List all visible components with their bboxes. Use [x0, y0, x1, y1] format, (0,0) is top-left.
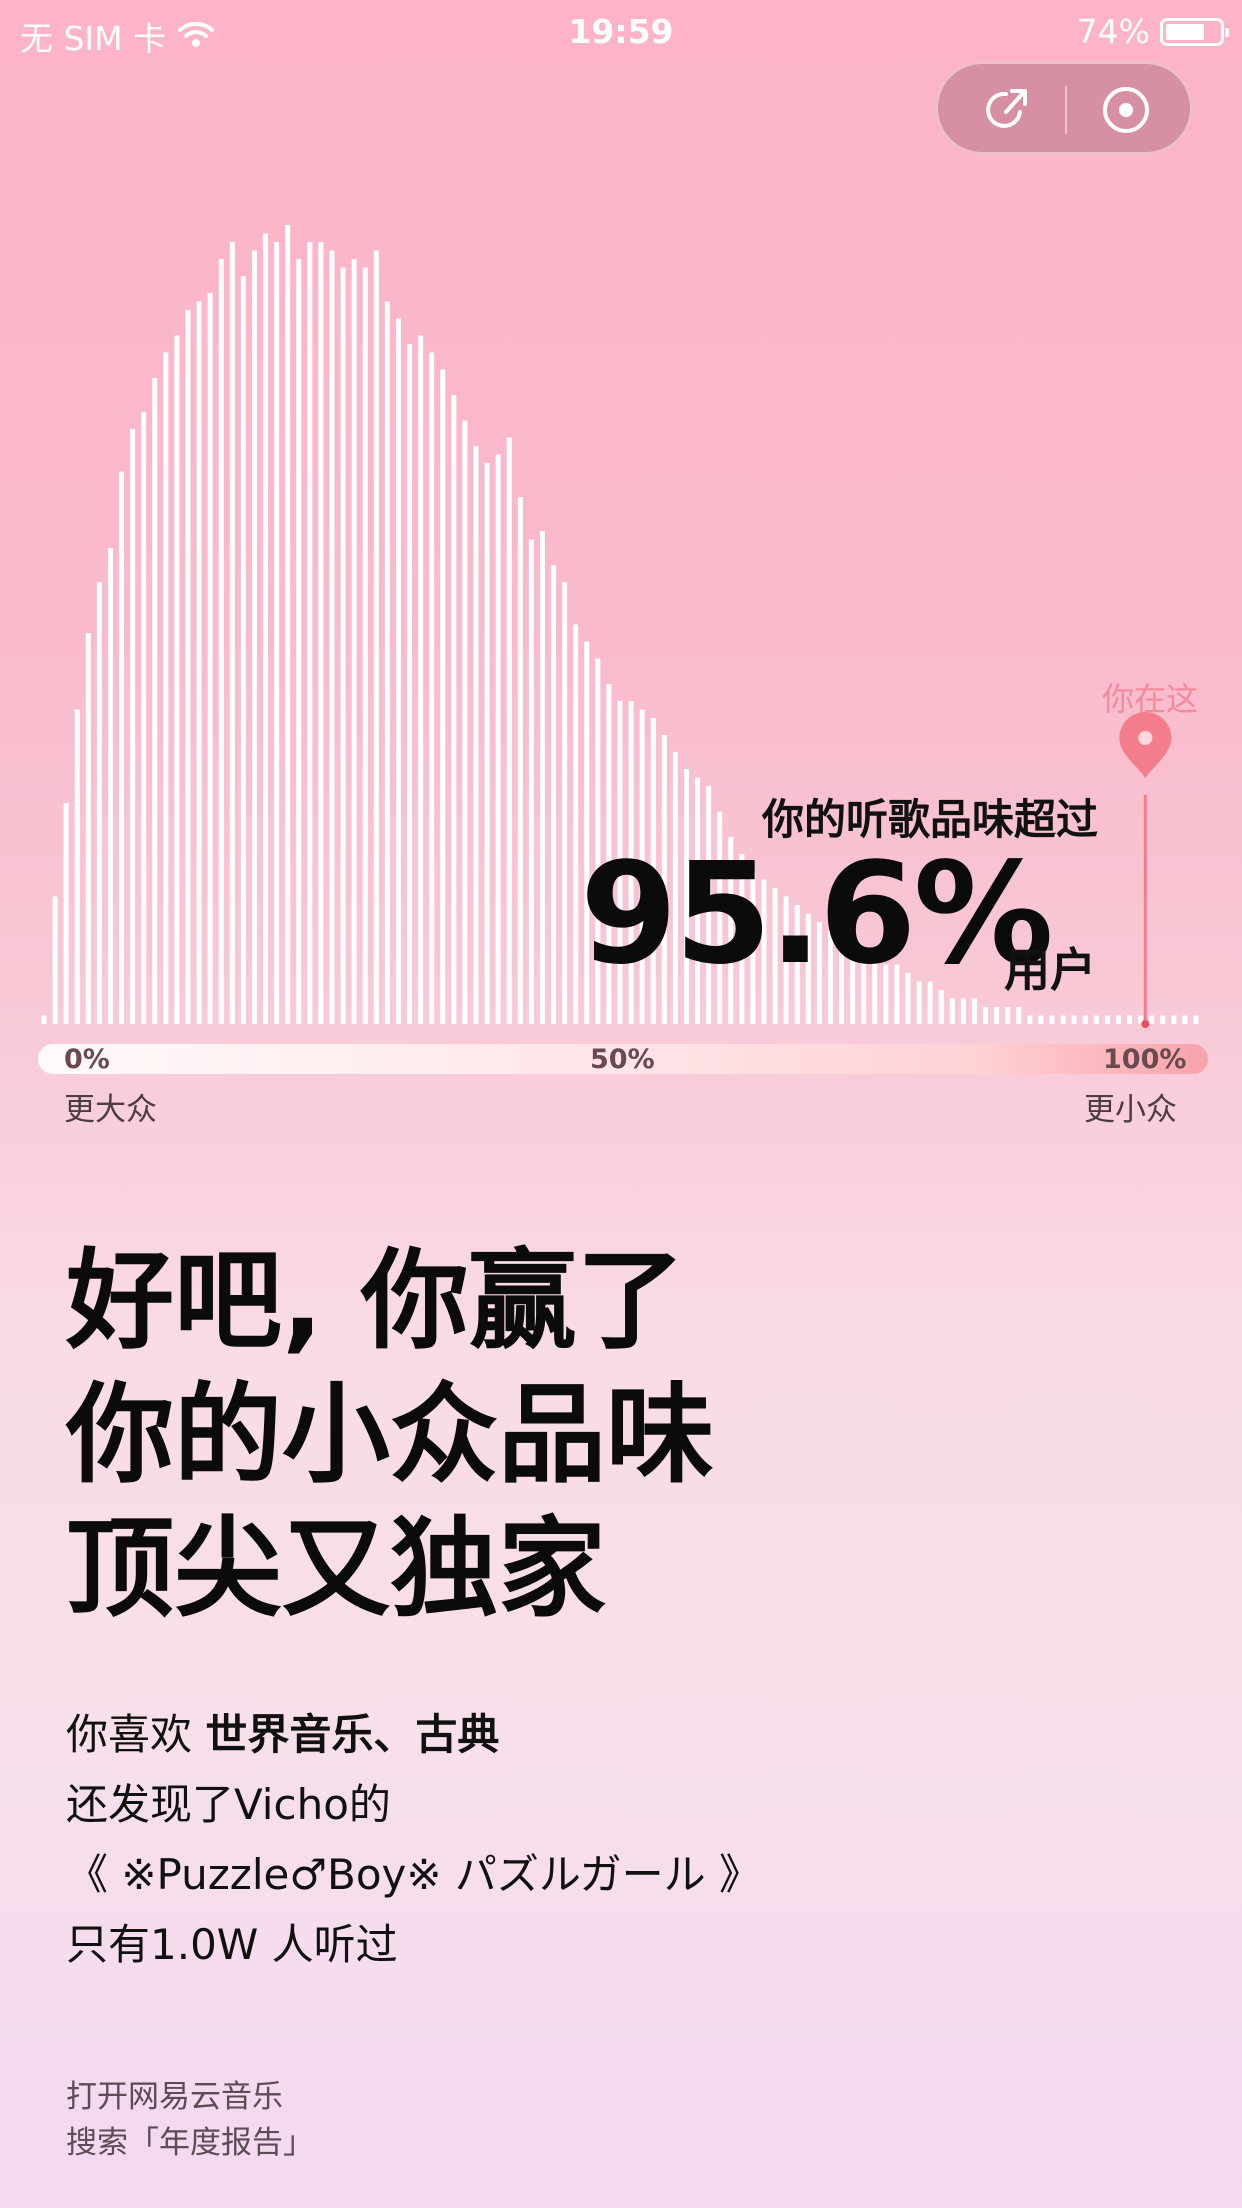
headline-line-2: 你的小众品味	[66, 1373, 715, 1498]
distribution-bar	[949, 998, 955, 1024]
axis-label-niche: 更小众	[1084, 1092, 1177, 1128]
distribution-bar	[1115, 1015, 1121, 1024]
distribution-bar	[484, 463, 490, 1024]
axis-tick-50: 50%	[590, 1044, 655, 1075]
distribution-bar	[1171, 1015, 1177, 1024]
footer-hint: 打开网易云音乐 搜索「年度报告」	[66, 2074, 314, 2166]
distribution-bar	[528, 539, 534, 1024]
likes-prefix: 你喜欢	[66, 1710, 206, 1759]
distribution-bar	[971, 998, 977, 1024]
distribution-bar	[1071, 1015, 1077, 1024]
headline: 好吧, 你赢了 你的小众品味 顶尖又独家	[66, 1235, 714, 1637]
distribution-bar	[207, 293, 213, 1024]
song-title: 《 ※Puzzle♂Boy※ パズルガール 》	[66, 1850, 762, 1899]
distribution-bar	[1005, 1007, 1011, 1024]
distribution-bar	[1104, 1015, 1110, 1024]
distribution-bar	[960, 998, 966, 1024]
distribution-bar	[274, 242, 280, 1024]
distribution-bar	[495, 454, 501, 1024]
distribution-bar	[307, 242, 313, 1024]
distribution-bar	[63, 803, 69, 1024]
marker-dot	[1141, 1020, 1150, 1028]
distribution-bar	[240, 276, 246, 1024]
distribution-bar	[296, 259, 302, 1024]
distribution-bar	[473, 446, 479, 1024]
distribution-bar	[384, 301, 390, 1024]
distribution-bar	[1016, 1007, 1022, 1024]
distribution-bar	[96, 582, 102, 1024]
distribution-bar	[1193, 1015, 1199, 1024]
distribution-bar	[462, 420, 468, 1024]
distribution-bar	[174, 335, 180, 1024]
distribution-bar	[407, 344, 413, 1024]
distribution-bar	[551, 565, 557, 1024]
distribution-bar	[1149, 1015, 1155, 1024]
distribution-bar	[52, 896, 58, 1024]
distribution-bar	[1160, 1015, 1166, 1024]
distribution-bar	[251, 250, 257, 1024]
distribution-bar	[539, 531, 545, 1024]
headline-line-3: 顶尖又独家	[66, 1507, 607, 1632]
distribution-bar	[451, 395, 457, 1024]
genres-label: 世界音乐、古典	[205, 1710, 500, 1759]
headline-line-1: 好吧, 你赢了	[66, 1239, 685, 1364]
distribution-bar	[573, 624, 579, 1024]
distribution-bar	[1027, 1015, 1033, 1024]
axis-tick-100: 100%	[1103, 1044, 1187, 1075]
distribution-bar	[229, 242, 235, 1024]
detail-line-2: 还发现了Vicho的	[66, 1780, 391, 1829]
distribution-bar	[107, 548, 113, 1024]
axis-label-mainstream: 更大众	[64, 1092, 157, 1128]
distribution-bar	[152, 378, 158, 1024]
distribution-bar	[1060, 1015, 1066, 1024]
distribution-bar	[85, 633, 91, 1024]
distribution-bar	[506, 437, 512, 1024]
distribution-bar	[41, 1015, 47, 1024]
distribution-bar	[1082, 1015, 1088, 1024]
distribution-bar	[218, 259, 224, 1024]
distribution-bar	[1093, 1015, 1099, 1024]
distribution-bar	[983, 1007, 989, 1024]
distribution-bar	[429, 352, 435, 1024]
distribution-bar	[119, 471, 125, 1024]
distribution-bar	[994, 1007, 1000, 1024]
distribution-bar	[285, 225, 291, 1024]
distribution-bar	[1038, 1015, 1044, 1024]
distribution-bar	[340, 267, 346, 1024]
distribution-bar	[141, 412, 147, 1024]
distribution-bar	[318, 242, 324, 1024]
axis-tick-0: 0%	[64, 1044, 110, 1075]
distribution-bar	[263, 233, 269, 1024]
detail-line-1: 你喜欢 世界音乐、古典	[66, 1700, 761, 1770]
distribution-bar	[196, 301, 202, 1024]
users-label: 用户	[1004, 943, 1096, 997]
percent-value: 95.6%	[580, 833, 1054, 996]
footer-line-1: 打开网易云音乐	[66, 2079, 283, 2115]
distribution-bar	[329, 250, 335, 1024]
you-are-here-label: 你在这	[1101, 680, 1198, 718]
distribution-bar	[362, 267, 368, 1024]
detail-text: 你喜欢 世界音乐、古典 还发现了Vicho的 《 ※Puzzle♂Boy※ パズ…	[66, 1700, 761, 1980]
detail-line-4: 只有1.0W 人听过	[66, 1920, 398, 1969]
distribution-bar	[395, 318, 401, 1024]
location-pin-icon	[1119, 712, 1172, 778]
distribution-bar	[163, 352, 169, 1024]
footer-line-2: 搜索「年度报告」	[66, 2125, 314, 2161]
distribution-bar	[1049, 1015, 1055, 1024]
distribution-bar	[185, 310, 191, 1024]
distribution-bar	[440, 369, 446, 1024]
distribution-bar	[517, 497, 523, 1024]
distribution-bar	[562, 582, 568, 1024]
distribution-bar	[418, 335, 424, 1024]
distribution-bar	[1182, 1015, 1188, 1024]
distribution-bar	[1127, 1015, 1133, 1024]
distribution-bar	[351, 259, 357, 1024]
distribution-bar	[373, 250, 379, 1024]
distribution-bar	[130, 429, 136, 1024]
distribution-bar	[74, 709, 80, 1024]
